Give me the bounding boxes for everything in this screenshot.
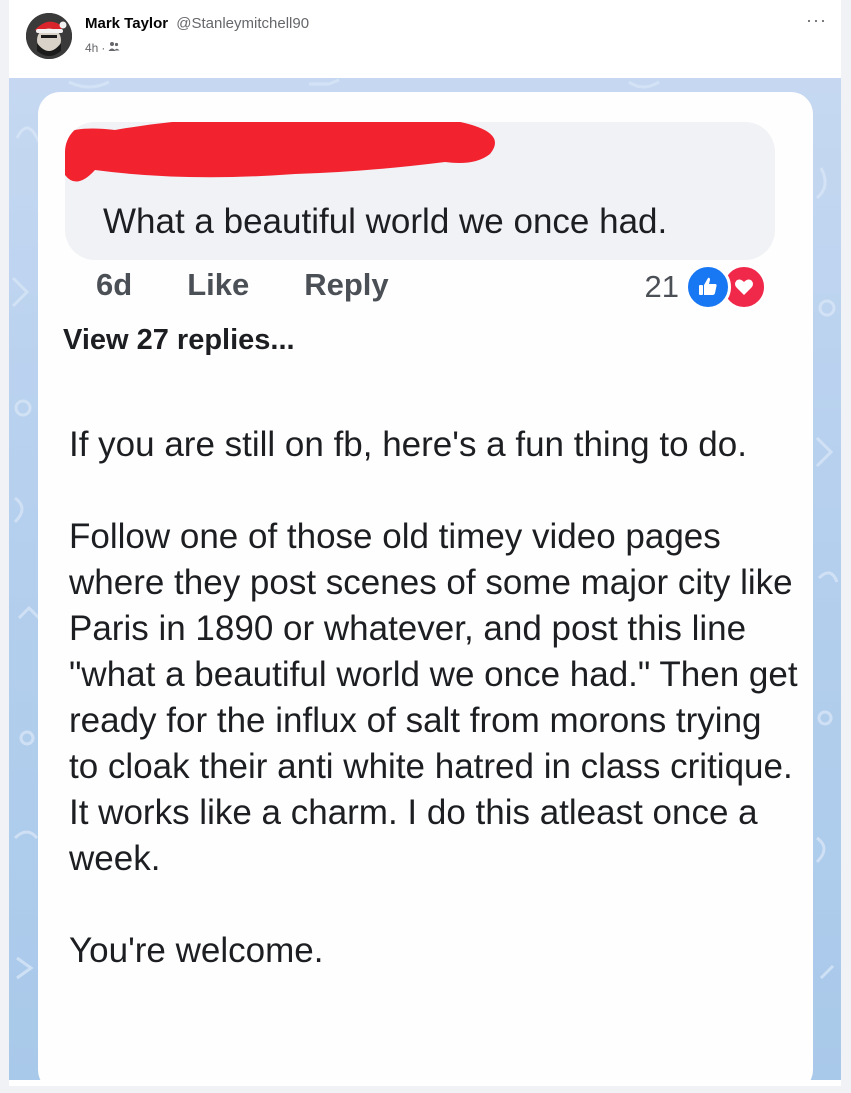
paragraph-closing: You're welcome. <box>69 931 324 970</box>
like-button[interactable]: Like <box>187 267 249 303</box>
more-options-button[interactable]: ··· <box>806 10 827 31</box>
author-name[interactable]: Mark Taylor <box>85 15 168 32</box>
comment-age: 6d <box>96 267 133 302</box>
screenshot-card: What a beautiful world we once had. 6d L… <box>38 92 813 1080</box>
avatar[interactable] <box>26 13 72 59</box>
post-time[interactable]: 4h <box>85 41 98 55</box>
comment-text: What a beautiful world we once had. <box>103 202 668 241</box>
post-image[interactable]: What a beautiful world we once had. 6d L… <box>9 78 841 1080</box>
paragraph-main: Follow one of those old timey video page… <box>69 517 798 878</box>
post-meta: 4h · <box>85 40 120 55</box>
comment-actions: 6d Like Reply <box>96 267 389 303</box>
meta-separator: · <box>101 40 106 55</box>
reactions-summary[interactable]: 21 <box>645 264 767 310</box>
reaction-count: 21 <box>644 269 679 304</box>
friends-icon[interactable] <box>108 40 120 55</box>
redaction-scribble <box>65 122 495 182</box>
like-icon <box>685 264 731 310</box>
author-line: Mark Taylor @Stanleymitchell90 <box>85 15 309 32</box>
reply-button[interactable]: Reply <box>304 267 388 303</box>
post-header: Mark Taylor @Stanleymitchell90 4h · ··· <box>9 0 841 78</box>
comment-bubble: What a beautiful world we once had. <box>65 122 775 260</box>
paragraph-intro: If you are still on fb, here's a fun thi… <box>69 425 747 464</box>
author-handle[interactable]: @Stanleymitchell90 <box>176 15 309 32</box>
post-body-text: If you are still on fb, here's a fun thi… <box>69 422 799 974</box>
view-replies-link[interactable]: View 27 replies... <box>63 324 295 357</box>
post-card: Mark Taylor @Stanleymitchell90 4h · ··· <box>9 0 841 1086</box>
